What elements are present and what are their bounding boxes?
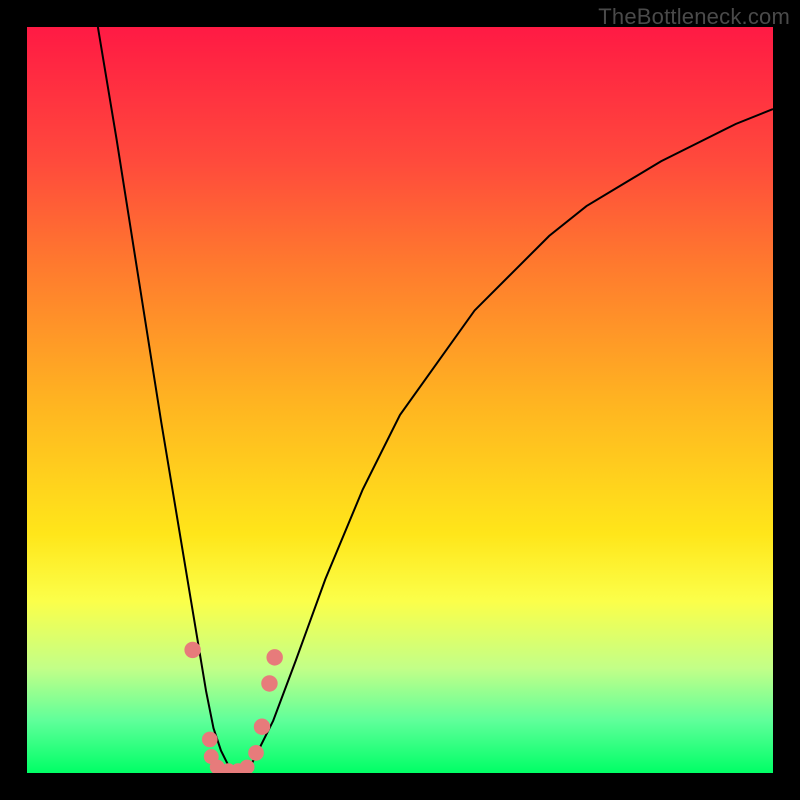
data-marker	[184, 642, 200, 658]
chart-svg	[27, 27, 773, 773]
watermark-text: TheBottleneck.com	[598, 4, 790, 30]
data-marker	[266, 649, 282, 665]
gradient-plot-area	[27, 27, 773, 773]
data-marker	[261, 675, 277, 691]
data-marker	[254, 719, 270, 735]
data-marker	[202, 732, 218, 748]
data-markers	[184, 642, 282, 773]
bottleneck-curve	[98, 27, 773, 773]
data-marker	[248, 745, 264, 761]
